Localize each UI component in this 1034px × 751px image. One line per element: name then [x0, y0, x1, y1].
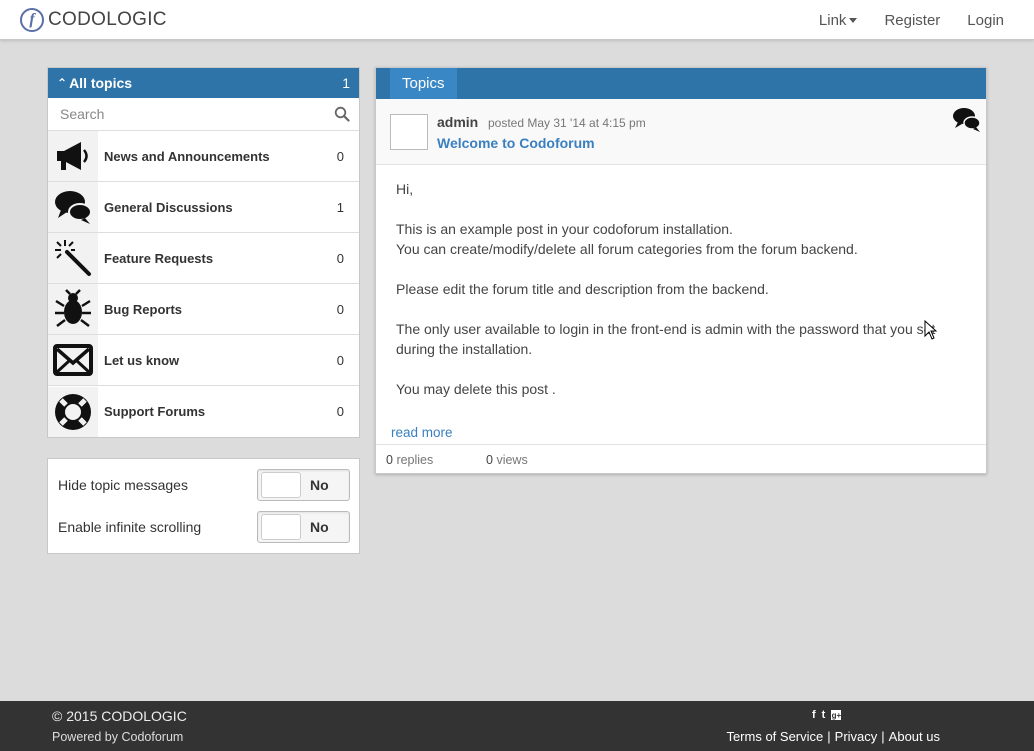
separator: | [881, 729, 885, 744]
category-count: 0 [336, 352, 344, 368]
category-name: Feature Requests [104, 250, 214, 266]
toggle-knob [261, 472, 301, 498]
caret-down-icon [849, 18, 858, 24]
page-footer: © 2015 CODOLOGIC Powered by Codoforum f … [0, 701, 1034, 751]
search-icon[interactable] [334, 106, 350, 122]
search-box [48, 98, 359, 131]
replies-count: 0 [386, 453, 393, 467]
category-count: 0 [336, 250, 344, 266]
post-body: Hi, This is an example post in your codo… [396, 179, 976, 419]
brand-link[interactable]: f CODOLOGIC [20, 6, 167, 34]
terms-link[interactable]: Terms of Service [726, 729, 823, 744]
toggle-value: No [310, 519, 329, 535]
category-count: 0 [336, 148, 344, 164]
envelope-icon [48, 335, 98, 385]
post-stats: 0 replies 0 views [376, 444, 986, 474]
all-topics-count: 1 [342, 75, 350, 91]
privacy-link[interactable]: Privacy [835, 729, 878, 744]
hide-topic-messages-toggle[interactable]: No [257, 469, 350, 501]
post-date: posted May 31 '14 at 4:15 pm [488, 116, 646, 130]
category-let-us-know[interactable]: Let us know 0 [48, 335, 359, 386]
category-name: Bug Reports [104, 301, 182, 317]
facebook-icon[interactable]: f [812, 709, 816, 721]
hide-topic-messages-label: Hide topic messages [58, 477, 188, 493]
views-count: 0 [486, 453, 493, 467]
category-sidebar: ⌃ All topics 1 News and Announcements 0 … [47, 67, 360, 438]
post-author[interactable]: admin [437, 114, 478, 130]
views-label: views [496, 453, 528, 467]
display-options-panel: Hide topic messages No Enable infinite s… [47, 458, 360, 554]
post-paragraph: Hi, [396, 181, 414, 197]
lifebuoy-icon [48, 386, 98, 437]
search-input[interactable] [60, 106, 320, 122]
all-topics-header[interactable]: ⌃ All topics 1 [48, 68, 359, 98]
twitter-icon[interactable]: t [822, 709, 826, 721]
googleplus-icon[interactable]: g+ [831, 710, 842, 720]
avatar[interactable] [390, 114, 428, 150]
replies-stat: 0 replies [386, 453, 433, 467]
topics-panel: Topics admin posted May 31 '14 at 4:15 p… [375, 67, 987, 474]
chat-bubbles-icon [48, 182, 98, 232]
tab-topics[interactable]: Topics [390, 68, 457, 99]
category-name: News and Announcements [104, 148, 270, 164]
category-name: Support Forums [104, 404, 206, 419]
replies-label: replies [396, 453, 434, 467]
chevron-up-icon: ⌃ [57, 76, 68, 90]
separator: | [827, 729, 831, 744]
toggle-value: No [310, 477, 329, 493]
post-title-link[interactable]: Welcome to Codoforum [437, 135, 595, 151]
hide-topic-messages-row: Hide topic messages No [58, 469, 350, 501]
top-navbar: f CODOLOGIC Link Register Login [0, 0, 1034, 40]
infinite-scrolling-label: Enable infinite scrolling [58, 519, 202, 535]
read-more-link[interactable]: read more [391, 425, 453, 440]
category-name: General Discussions [104, 199, 233, 215]
category-bug-reports[interactable]: Bug Reports 0 [48, 284, 359, 335]
infinite-scrolling-row: Enable infinite scrolling No [58, 511, 350, 543]
category-support-forums[interactable]: Support Forums 0 [48, 386, 359, 437]
megaphone-icon [48, 131, 98, 181]
powered-by-text[interactable]: Powered by Codoforum [52, 730, 183, 744]
category-count: 1 [336, 199, 344, 215]
bug-icon [48, 284, 98, 334]
nav-links: Link Register Login [792, 0, 1004, 40]
copyright-text: © 2015 CODOLOGIC [52, 708, 187, 724]
infinite-scrolling-toggle[interactable]: No [257, 511, 350, 543]
chat-bubbles-icon [953, 108, 981, 132]
toggle-knob [261, 514, 301, 540]
post-paragraph: You may delete this post . [396, 381, 556, 397]
category-name: Let us know [104, 352, 180, 368]
category-general-discussions[interactable]: General Discussions 1 [48, 182, 359, 233]
all-topics-label: All topics [69, 75, 133, 91]
login-link[interactable]: Login [967, 12, 1004, 29]
magic-wand-icon [48, 233, 98, 283]
brand-name: CODOLOGIC [48, 9, 167, 30]
post-header: admin posted May 31 '14 at 4:15 pm Welco… [376, 99, 986, 165]
post-line: You can create/modify/delete all forum c… [396, 241, 858, 257]
category-count: 0 [336, 404, 344, 419]
link-dropdown-label: Link [818, 11, 847, 29]
category-news-and-announcements[interactable]: News and Announcements 0 [48, 131, 359, 182]
codologic-logo-icon: f [20, 8, 44, 32]
category-count: 0 [336, 301, 344, 317]
register-link[interactable]: Register [884, 12, 940, 29]
post-paragraph: Please edit the forum title and descript… [396, 281, 769, 297]
category-feature-requests[interactable]: Feature Requests 0 [48, 233, 359, 284]
views-stat: 0 views [486, 453, 528, 467]
about-link[interactable]: About us [889, 729, 940, 744]
link-dropdown[interactable]: Link [819, 12, 858, 29]
footer-links: Terms of Service | Privacy | About us [726, 729, 940, 744]
mouse-cursor-icon [924, 320, 938, 340]
social-links: f t g+ [812, 709, 842, 721]
post-paragraph: The only user available to login in the … [396, 321, 936, 357]
topics-header: Topics [376, 68, 986, 99]
post-line: This is an example post in your codoforu… [396, 221, 733, 237]
post-paragraph: This is an example post in your codoforu… [396, 219, 976, 259]
